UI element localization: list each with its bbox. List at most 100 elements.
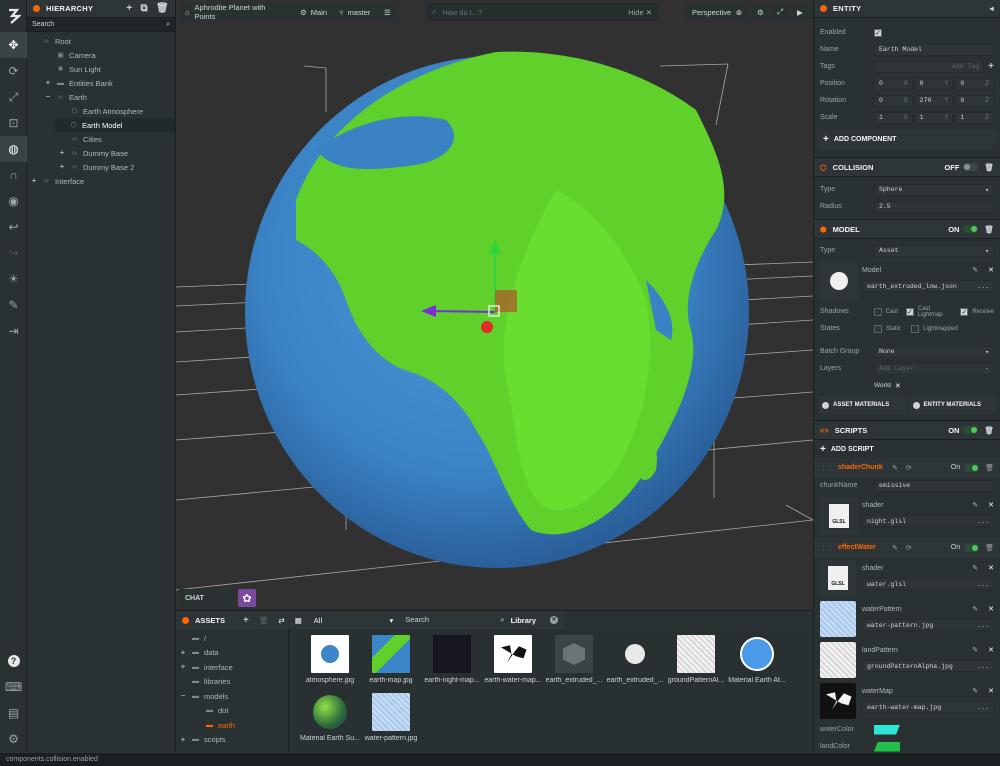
add-component-button[interactable]: + ADD COMPONENT <box>817 129 997 149</box>
expand-toggle-icon[interactable] <box>30 37 38 45</box>
model-thumbnail[interactable] <box>820 262 858 300</box>
expand-toggle-icon[interactable] <box>58 135 66 143</box>
glsl-file-icon[interactable]: GLSL <box>820 497 858 535</box>
attr-field[interactable]: water.glsl... <box>862 578 994 590</box>
more-icon[interactable]: ... <box>977 704 989 711</box>
expand-toggle-icon[interactable]: + <box>179 648 187 657</box>
landcolor-swatch[interactable] <box>874 741 900 752</box>
expand-toggle-icon[interactable] <box>44 65 52 73</box>
project-link[interactable]: ⌂ Aphrodite Planet with Points <box>179 3 293 21</box>
rotation-z-field[interactable]: 0Z <box>955 94 995 107</box>
branch-selector[interactable]: ⑂ master <box>333 3 377 21</box>
hierarchy-item[interactable]: + ▬ Entities Bank <box>27 76 175 90</box>
edit-icon[interactable]: ✎ <box>972 564 978 572</box>
folder-item[interactable]: + ▬ scripts <box>176 733 288 748</box>
scripts-delete-icon[interactable]: 🗑 <box>984 426 994 435</box>
edit-script-icon[interactable]: ✎ <box>892 544 898 552</box>
add-tag-icon[interactable]: + <box>988 61 994 72</box>
logo-icon[interactable] <box>0 0 27 32</box>
menu-list-icon[interactable]: ☰ <box>378 3 398 21</box>
viewport-settings-icon[interactable]: ⚙ <box>751 3 769 21</box>
camera-close-icon[interactable]: ⊗ <box>736 8 742 17</box>
folder-item[interactable]: ▬ / <box>176 631 288 646</box>
model-asset-field[interactable]: earth_extruded_low.json... <box>862 280 994 292</box>
hide-button[interactable]: Hide ✕ <box>628 8 652 17</box>
position-x-field[interactable]: 0X <box>874 77 913 90</box>
help-icon[interactable]: ? <box>0 648 27 674</box>
radius-field[interactable]: 2.5 <box>874 200 994 213</box>
expand-toggle-icon[interactable] <box>58 107 66 115</box>
hierarchy-item[interactable]: + ‹› Interface <box>27 174 175 188</box>
settings-gear-icon[interactable]: ⚙ <box>0 726 27 752</box>
library-tab[interactable]: Library ✕ <box>511 615 558 625</box>
model-delete-icon[interactable]: 🗑 <box>984 225 994 234</box>
edit-script-icon[interactable]: ✎ <box>892 464 898 472</box>
fullscreen-icon[interactable]: ⤢ <box>771 3 789 21</box>
clear-icon[interactable]: ✕ <box>988 646 994 654</box>
expand-toggle-icon[interactable]: + <box>58 163 66 171</box>
user-avatar[interactable]: ✿ <box>238 589 256 607</box>
controls-icon[interactable]: ⌨ <box>0 674 27 700</box>
hierarchy-item[interactable]: ‹› Root <box>27 34 175 48</box>
hierarchy-search-input[interactable]: Search ⌕ <box>27 18 175 32</box>
hierarchy-item[interactable]: − ‹› Earth <box>27 90 175 104</box>
edit-icon[interactable]: ✎ <box>972 501 978 509</box>
wm-thumbnail[interactable] <box>820 683 856 719</box>
asset-item[interactable]: earth-map.jpg <box>360 635 422 684</box>
watercolor-swatch[interactable] <box>874 724 900 735</box>
expand-toggle-icon[interactable] <box>193 707 201 715</box>
shaderchunk-script-header[interactable]: ⋮⋮ shaderChunk ✎ ⟳ On 🗑 <box>814 458 1000 477</box>
more-icon[interactable]: ... <box>977 283 989 290</box>
asset-item[interactable]: earth-water-map... <box>482 635 544 684</box>
translate-tool-icon[interactable]: ✥ <box>0 32 27 58</box>
rotation-x-field[interactable]: 0X <box>874 94 913 107</box>
refresh-icon[interactable]: ⇄ <box>278 616 284 625</box>
delete-asset-icon[interactable]: 🗑 <box>259 616 269 625</box>
redo-icon[interactable]: ↪ <box>0 240 27 266</box>
parse-icon[interactable]: ⟳ <box>906 464 912 472</box>
asset-item[interactable]: earth_extruded_... <box>604 635 666 684</box>
expand-toggle-icon[interactable] <box>44 51 52 59</box>
more-icon[interactable]: ... <box>977 622 989 629</box>
expand-toggle-icon[interactable]: + <box>179 735 187 744</box>
undo-icon[interactable]: ↩ <box>0 214 27 240</box>
more-icon[interactable]: ... <box>977 581 989 588</box>
chunkname-field[interactable]: emissive <box>874 479 994 492</box>
lightmapped-checkbox[interactable] <box>911 324 920 333</box>
add-asset-icon[interactable]: + <box>243 615 249 626</box>
batch-select[interactable]: None ▾ <box>874 345 994 358</box>
scale-x-field[interactable]: 1X <box>874 111 913 124</box>
asset-filter-select[interactable]: All ▾ <box>314 616 393 625</box>
hierarchy-item[interactable]: ‹› Cities <box>27 132 175 146</box>
shaderchunk-toggle[interactable] <box>964 463 980 472</box>
add-script-button[interactable]: + ADD SCRIPT <box>814 440 1000 458</box>
asset-item[interactable]: earth_extruded_... <box>543 635 605 684</box>
edit-icon[interactable]: ✎ <box>972 266 978 274</box>
shader-field[interactable]: night.glsl... <box>862 515 994 527</box>
add-entity-icon[interactable]: + <box>126 3 132 14</box>
grid-view-icon[interactable]: ▦ <box>295 616 302 625</box>
scale-tool-icon[interactable]: ⤢ <box>0 84 27 110</box>
asset-search-input[interactable]: Search ⌕ <box>405 615 504 625</box>
scale-z-field[interactable]: 1Z <box>955 111 995 124</box>
collapse-icon[interactable]: ◂ <box>990 4 994 13</box>
world-space-icon[interactable]: ◍ <box>0 136 27 162</box>
scale-y-field[interactable]: 1Y <box>914 111 954 124</box>
name-field[interactable]: Earth Model <box>874 43 994 56</box>
layers-input[interactable]: Add Layer ▾ <box>874 362 994 375</box>
asset-item[interactable]: Material Earth At... <box>726 635 788 684</box>
drag-handle-icon[interactable]: ⋮⋮ <box>820 544 834 552</box>
magnet-icon[interactable]: ∩ <box>0 162 27 188</box>
parse-icon[interactable]: ⟳ <box>906 544 912 552</box>
clear-icon[interactable]: ✕ <box>988 564 994 572</box>
asset-item[interactable]: water-pattern.jpg <box>360 693 422 742</box>
receive-checkbox[interactable]: ✓ <box>960 307 969 316</box>
chat-icon[interactable]: ▤ <box>0 700 27 726</box>
expand-toggle-icon[interactable] <box>57 121 65 129</box>
collision-delete-icon[interactable]: 🗑 <box>984 163 994 172</box>
hierarchy-item[interactable]: ✺ Sun Light <box>27 62 175 76</box>
close-library-icon[interactable]: ✕ <box>550 615 558 624</box>
expand-toggle-icon[interactable]: + <box>58 149 66 157</box>
asset-item[interactable]: groundPatternAl... <box>665 635 727 684</box>
collision-toggle[interactable] <box>963 163 979 171</box>
